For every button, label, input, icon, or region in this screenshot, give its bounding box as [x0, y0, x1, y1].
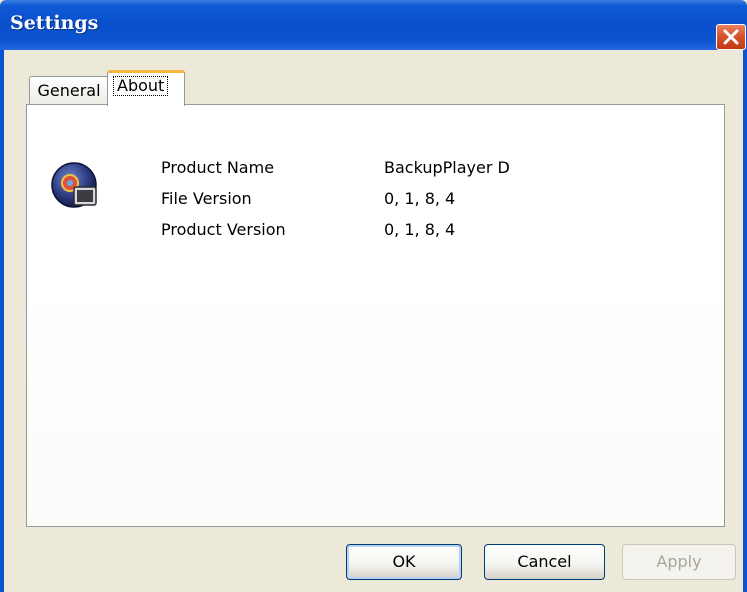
apply-button[interactable]: Apply [622, 544, 736, 580]
file-version-value: 0, 1, 8, 4 [384, 189, 456, 208]
window-frame-left [0, 50, 4, 592]
product-name-value: BackupPlayer D [384, 158, 510, 177]
tab-general[interactable]: General [29, 76, 109, 104]
tab-general-label: General [37, 81, 101, 100]
about-panel [26, 104, 725, 527]
product-version-value: 0, 1, 8, 4 [384, 220, 456, 239]
close-button[interactable] [716, 24, 746, 50]
tab-about[interactable]: About [107, 70, 185, 106]
product-name-label: Product Name [161, 158, 275, 177]
settings-dialog: Settings General About Product Name Back… [0, 0, 747, 592]
ok-button[interactable]: OK [346, 544, 462, 580]
window-frame-right [743, 50, 747, 592]
cancel-button[interactable]: Cancel [484, 544, 605, 580]
title-bar[interactable]: Settings [0, 0, 747, 50]
product-version-label: Product Version [161, 220, 286, 239]
window-title: Settings [10, 12, 99, 34]
close-icon [723, 29, 739, 45]
backupplayer-app-icon [50, 161, 102, 217]
tab-about-label: About [113, 76, 169, 96]
file-version-label: File Version [161, 189, 252, 208]
